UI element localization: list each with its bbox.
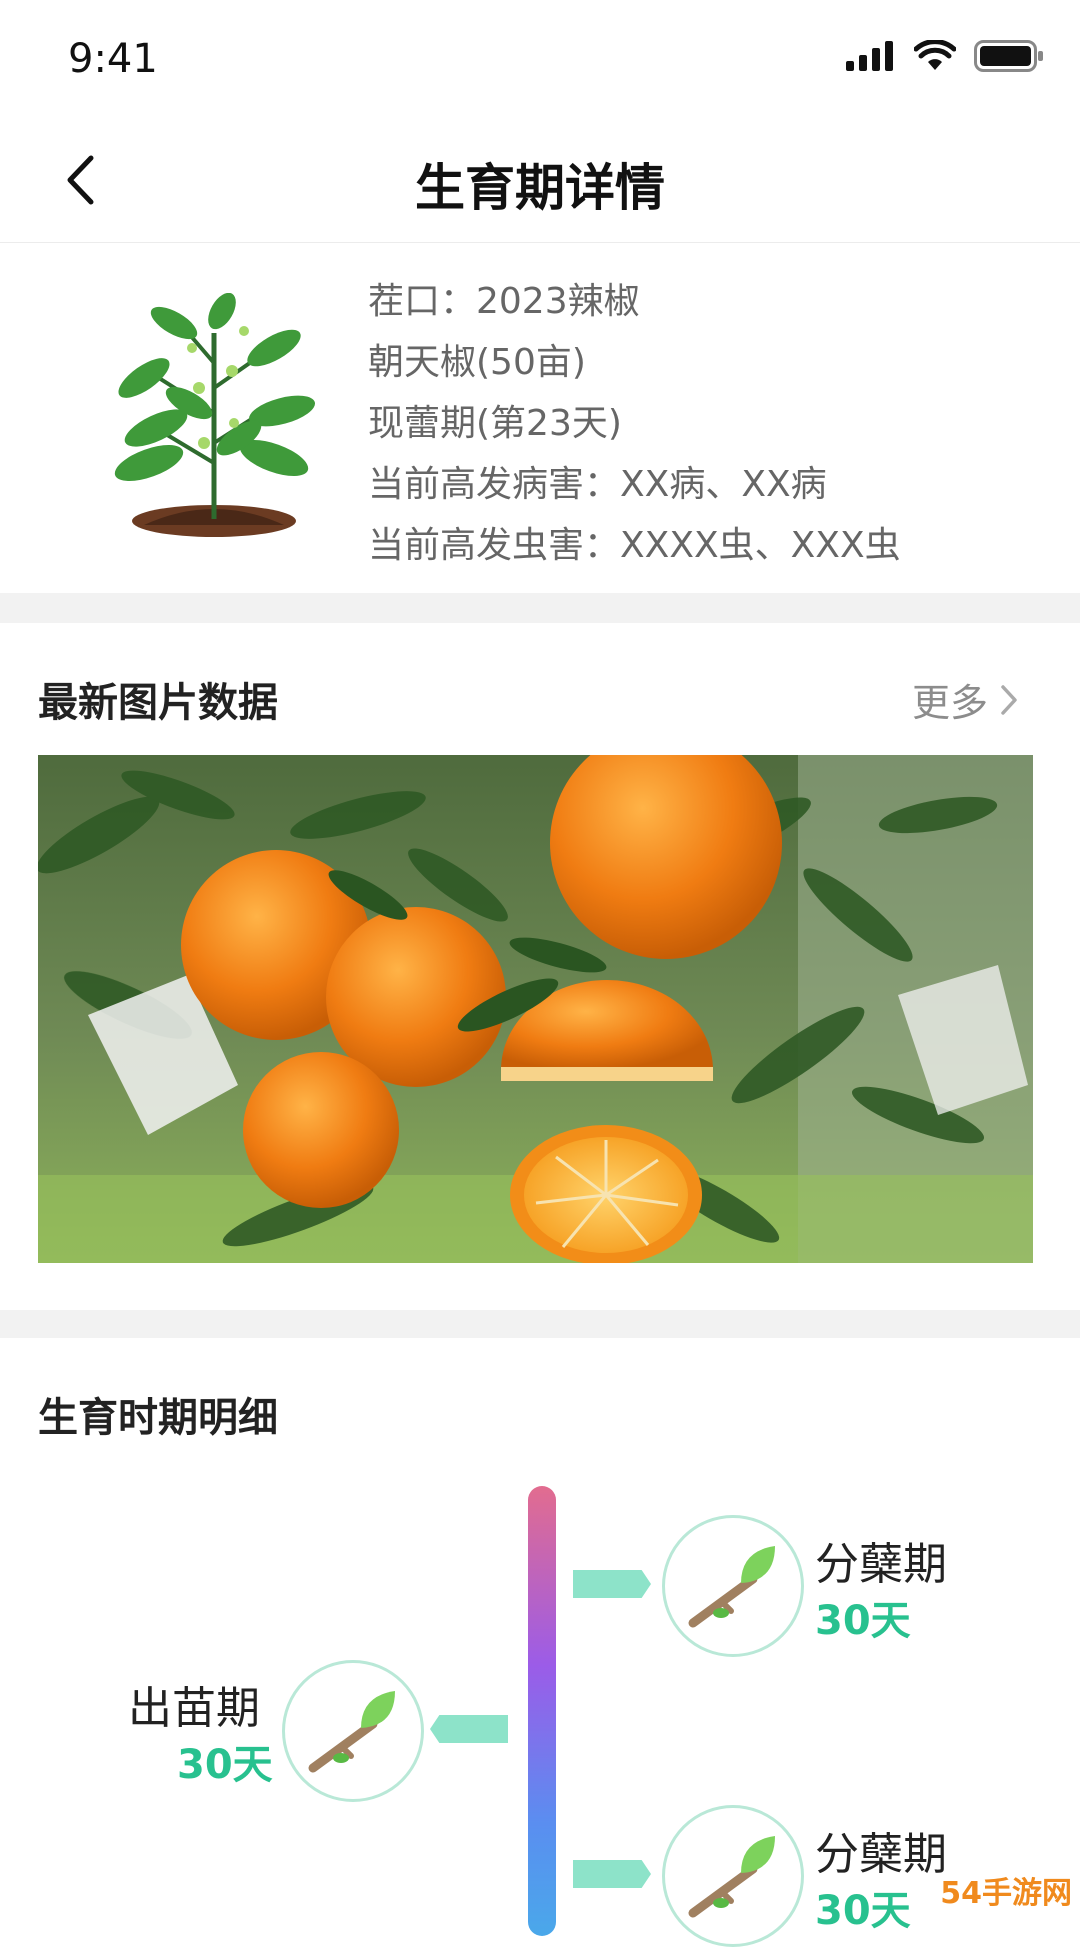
stage-connector (573, 1570, 651, 1598)
signal-icon (846, 41, 893, 71)
sprout-icon (688, 1546, 775, 1628)
stage-name: 分蘖期 (815, 1829, 947, 1880)
stage-days: 30天 (815, 1888, 911, 1934)
stages-section-title: 生育时期明细 (38, 1395, 278, 1441)
latest-photo[interactable] (38, 755, 1033, 1263)
section-divider (0, 1310, 1080, 1338)
plant-illustration (114, 293, 316, 537)
crop-info-list: 茬口：2023辣椒 朝天椒(50亩) 现蕾期(第23天) 当前高发病害：XX病、… (368, 271, 901, 576)
watermark-logo: 54手游网 (940, 1876, 1072, 1911)
stage-connector (573, 1860, 651, 1888)
stage-icon-button[interactable] (662, 1805, 804, 1947)
orange-photo-image (38, 755, 1033, 1263)
photo-section-title: 最新图片数据 (38, 680, 278, 726)
wifi-icon (914, 40, 956, 70)
crop-info-card: 茬口：2023辣椒 朝天椒(50亩) 现蕾期(第23天) 当前高发病害：XX病、… (0, 243, 1080, 591)
battery-icon (974, 40, 1043, 72)
section-divider (0, 593, 1080, 623)
page-title: 生育期详情 (415, 159, 665, 217)
more-label: 更多 (911, 681, 988, 725)
crop-current-stage: 现蕾期(第23天) (368, 403, 622, 444)
status-time: 9:41 (68, 36, 158, 82)
crop-diseases: 当前高发病害：XX病、XX病 (368, 464, 827, 505)
status-bar: 9:41 (0, 0, 1080, 120)
stage-name: 分蘖期 (815, 1539, 947, 1590)
stage-icon-button[interactable] (282, 1660, 424, 1802)
more-link[interactable]: 更多 (912, 672, 1018, 727)
growth-stage-timeline: 分蘖期 30天 出苗期 30天 分蘖期 30天 (0, 1470, 1080, 1947)
stage-name: 出苗期 (128, 1683, 260, 1734)
stage-icon-button[interactable] (662, 1515, 804, 1657)
crop-variety: 朝天椒(50亩) (368, 342, 586, 383)
timeline-bar (528, 1486, 556, 1936)
status-icons (846, 40, 1044, 72)
crop-rotation: 茬口：2023辣椒 (368, 281, 640, 322)
sprout-icon (308, 1691, 395, 1773)
stage-days: 30天 (177, 1742, 273, 1788)
chevron-right-icon (1001, 684, 1017, 715)
stage-connector (430, 1715, 508, 1743)
stage-days: 30天 (815, 1598, 911, 1644)
crop-pests: 当前高发虫害：XXXX虫、XXX虫 (368, 525, 901, 566)
sprout-icon (688, 1836, 775, 1918)
nav-bar: 生育期详情 (0, 120, 1080, 243)
